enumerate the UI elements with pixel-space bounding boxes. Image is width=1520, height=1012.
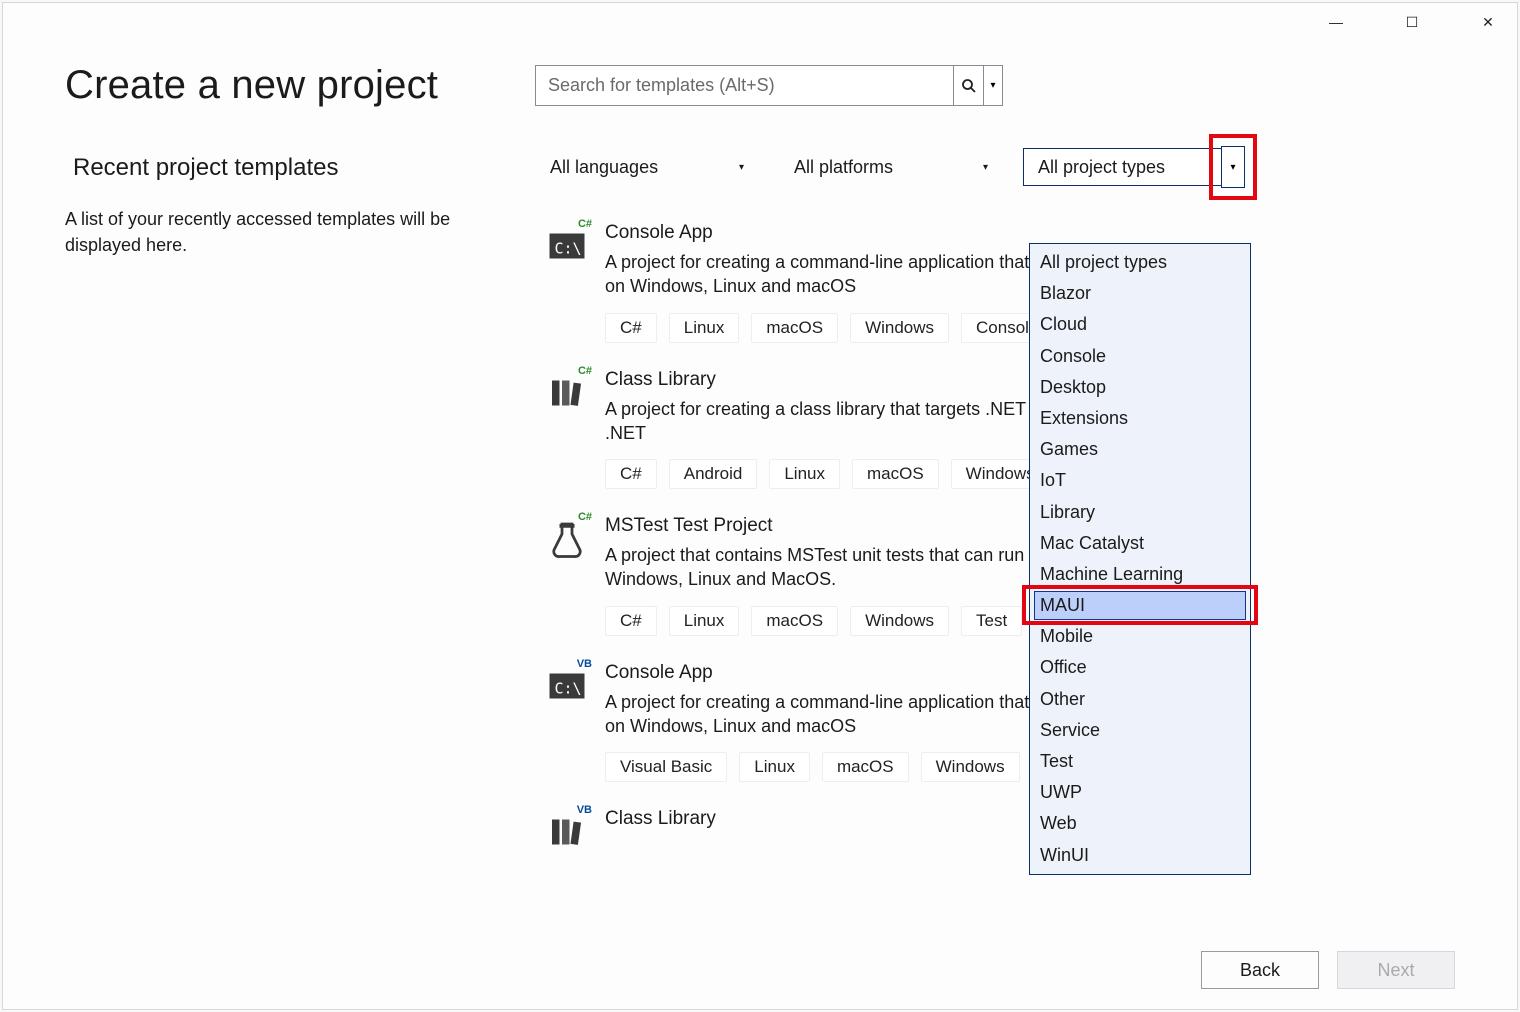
template-name: Console App — [605, 222, 1455, 244]
template-tag: C# — [605, 606, 657, 636]
template-tag: macOS — [852, 459, 939, 489]
filter-project-type-caret[interactable]: ▾ — [1221, 146, 1245, 188]
template-item[interactable]: C#Class LibraryA project for creating a … — [547, 369, 1455, 490]
template-tag: Android — [669, 459, 758, 489]
main-content: Create a new project Recent project temp… — [3, 41, 1517, 931]
project-type-option[interactable]: All project types — [1030, 247, 1250, 278]
template-tag: Linux — [669, 313, 740, 343]
search-bar: ▾ — [535, 65, 1003, 106]
project-type-option[interactable]: Games — [1030, 434, 1250, 465]
page-title: Create a new project — [65, 63, 495, 108]
svg-text:C:\: C:\ — [555, 679, 582, 697]
template-tag: Windows — [850, 606, 949, 636]
template-tag: Linux — [769, 459, 840, 489]
template-tag: Windows — [850, 313, 949, 343]
template-language-badge: C# — [577, 365, 593, 377]
next-button: Next — [1337, 951, 1455, 989]
project-type-option[interactable]: UWP — [1030, 777, 1250, 808]
left-column: Create a new project Recent project temp… — [65, 53, 495, 931]
titlebar: — ☐ ✕ — [3, 3, 1517, 41]
template-icon: C# — [547, 373, 587, 413]
template-language-badge: VB — [576, 658, 593, 670]
filter-project-type-wrap: All project types ▾ — [1023, 148, 1243, 186]
template-item[interactable]: C:\VBConsole AppA project for creating a… — [547, 662, 1455, 783]
template-tag: macOS — [822, 752, 909, 782]
template-icon: C:\VB — [547, 666, 587, 706]
project-type-option[interactable]: Cloud — [1030, 309, 1250, 340]
project-type-option[interactable]: Console — [1030, 341, 1250, 372]
template-item[interactable]: C#MSTest Test ProjectA project that cont… — [547, 515, 1455, 636]
filter-platform-label: All platforms — [794, 157, 893, 178]
minimize-button[interactable]: — — [1313, 6, 1359, 38]
project-type-option[interactable]: Office — [1030, 652, 1250, 683]
recent-templates-heading: Recent project templates — [73, 154, 495, 182]
filter-project-type-label: All project types — [1038, 157, 1165, 178]
project-type-option[interactable]: WinUI — [1030, 840, 1250, 871]
filter-row: All languages ▾ All platforms ▾ All proj… — [535, 148, 1455, 186]
search-icon[interactable] — [953, 65, 983, 106]
template-tag: Linux — [739, 752, 810, 782]
project-type-option[interactable]: Web — [1030, 808, 1250, 839]
filter-project-type[interactable]: All project types — [1023, 148, 1243, 186]
project-type-option[interactable]: Other — [1030, 684, 1250, 715]
project-type-option[interactable]: Test — [1030, 746, 1250, 777]
svg-text:C:\: C:\ — [555, 240, 582, 258]
filter-language-label: All languages — [550, 157, 658, 178]
template-language-badge: C# — [577, 511, 593, 523]
dialog-window: — ☐ ✕ Create a new project Recent projec… — [2, 2, 1518, 1010]
template-icon: VB — [547, 812, 587, 852]
back-button[interactable]: Back — [1201, 951, 1319, 989]
template-language-badge: VB — [576, 804, 593, 816]
maximize-button[interactable]: ☐ — [1389, 6, 1435, 38]
template-tag: Visual Basic — [605, 752, 727, 782]
chevron-down-icon: ▾ — [983, 162, 988, 173]
template-icon: C# — [547, 519, 587, 559]
project-type-option[interactable]: Mobile — [1030, 621, 1250, 652]
template-language-badge: C# — [577, 218, 593, 230]
filter-platform[interactable]: All platforms ▾ — [779, 148, 999, 186]
project-type-option[interactable]: MAUI — [1034, 591, 1246, 620]
template-item[interactable]: VBClass Library — [547, 808, 1455, 852]
project-type-option[interactable]: Service — [1030, 715, 1250, 746]
template-tag: macOS — [751, 313, 838, 343]
template-tag: C# — [605, 459, 657, 489]
project-type-option[interactable]: Mac Catalyst — [1030, 528, 1250, 559]
template-tag: Test — [961, 606, 1022, 636]
dialog-footer: Back Next — [3, 931, 1517, 1009]
filter-language[interactable]: All languages ▾ — [535, 148, 755, 186]
project-type-dropdown: All project typesBlazorCloudConsoleDeskt… — [1029, 243, 1251, 875]
template-tag: Linux — [669, 606, 740, 636]
template-icon: C:\C# — [547, 226, 587, 266]
recent-templates-description: A list of your recently accessed templat… — [65, 206, 495, 258]
right-column: ▾ All languages ▾ All platforms ▾ All pr… — [535, 53, 1455, 931]
close-button[interactable]: ✕ — [1465, 6, 1511, 38]
chevron-down-icon: ▾ — [1230, 162, 1235, 173]
project-type-option[interactable]: Library — [1030, 497, 1250, 528]
chevron-down-icon: ▾ — [739, 162, 744, 173]
template-list: C:\C#Console AppA project for creating a… — [535, 222, 1455, 852]
search-dropdown-button[interactable]: ▾ — [983, 65, 1003, 106]
project-type-option[interactable]: Machine Learning — [1030, 559, 1250, 590]
project-type-option[interactable]: IoT — [1030, 465, 1250, 496]
search-input[interactable] — [535, 65, 953, 106]
template-tag: C# — [605, 313, 657, 343]
template-tag: Windows — [921, 752, 1020, 782]
project-type-option[interactable]: Extensions — [1030, 403, 1250, 434]
template-tag: macOS — [751, 606, 838, 636]
template-item[interactable]: C:\C#Console AppA project for creating a… — [547, 222, 1455, 343]
project-type-option[interactable]: Desktop — [1030, 372, 1250, 403]
project-type-option[interactable]: Blazor — [1030, 278, 1250, 309]
